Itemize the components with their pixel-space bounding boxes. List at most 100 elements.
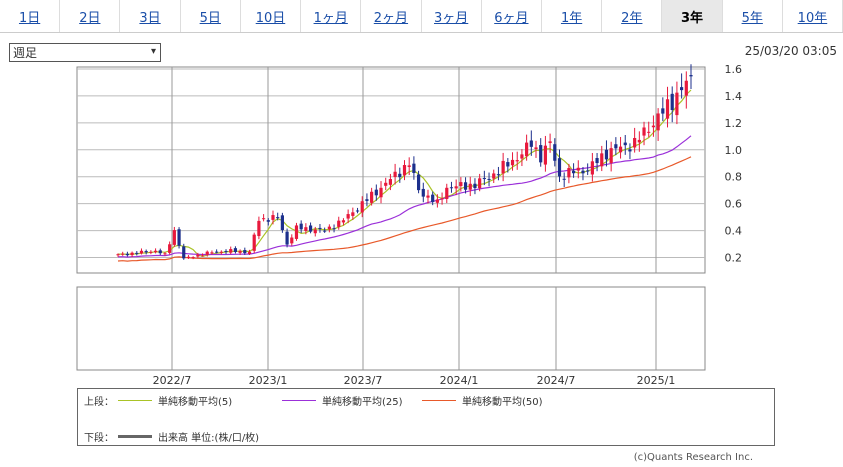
candle-body <box>393 171 397 178</box>
candle-body <box>294 225 299 239</box>
candle-body <box>637 139 641 143</box>
candle-body <box>661 108 665 114</box>
legend-row-lower: 下段： 出来高 単位:(株/口/枚) <box>84 429 259 444</box>
candle-body <box>651 125 656 128</box>
candle-body <box>628 149 632 152</box>
x-tick-label: 2024/1 <box>440 374 479 387</box>
y-tick-label: 1.6 <box>725 63 743 76</box>
candle-body <box>290 237 294 244</box>
candle-body <box>135 252 139 254</box>
candle-body <box>435 199 439 203</box>
candle-body <box>210 252 214 254</box>
candle-body <box>360 201 364 213</box>
x-axis-ticks: 2022/7 2023/1 2023/7 2024/1 2024/7 2025/1 <box>153 374 676 387</box>
legend-upper-label: 上段： <box>84 397 114 408</box>
candle-body <box>567 168 571 178</box>
candle-body <box>196 254 200 257</box>
candle-body <box>233 248 238 252</box>
candle-body <box>548 141 552 144</box>
candle-body <box>520 154 524 159</box>
x-tick-label: 2023/7 <box>344 374 383 387</box>
candle-body <box>675 92 679 116</box>
candle-body <box>374 189 378 196</box>
candle-body <box>478 178 482 189</box>
candle-body <box>205 251 209 255</box>
ma50-swatch <box>422 400 456 401</box>
candle-body <box>144 251 148 253</box>
legend-row-ma25: 単純移動平均(25) <box>278 393 403 408</box>
candle-body <box>473 183 477 189</box>
y-tick-label: 0.2 <box>725 252 743 265</box>
candle-body <box>379 187 383 198</box>
candle-body <box>139 250 144 254</box>
candle-body <box>501 160 505 174</box>
candle-body <box>215 251 219 253</box>
legend-ma50: 単純移動平均(50) <box>462 397 543 408</box>
candle-body <box>313 229 317 234</box>
candle-body <box>130 252 134 256</box>
candle-body <box>304 227 308 231</box>
candle-body <box>243 250 247 254</box>
candle-body <box>271 215 275 220</box>
x-tick-label: 2023/1 <box>249 374 288 387</box>
candle-body <box>247 251 252 254</box>
candle-body <box>308 225 313 232</box>
x-tick-label: 2024/7 <box>537 374 576 387</box>
candle-body <box>257 220 261 237</box>
candle-body <box>665 99 670 119</box>
candle-body <box>557 158 562 177</box>
volume-panel <box>76 286 706 371</box>
candle-body <box>224 250 228 252</box>
candle-body <box>219 251 223 253</box>
candle-body <box>266 220 270 222</box>
legend-ma5: 単純移動平均(5) <box>158 397 233 408</box>
candle-body <box>261 218 266 220</box>
legend-row-ma50: 単純移動平均(50) <box>418 393 543 408</box>
candle-body <box>337 220 341 227</box>
candle-body <box>614 144 618 149</box>
candle-body <box>280 215 284 231</box>
candle-body <box>200 255 205 257</box>
candle-body <box>252 234 256 251</box>
candle-body <box>327 226 331 230</box>
candle-body <box>642 127 646 136</box>
candle-body <box>402 165 407 176</box>
candle-body <box>323 230 327 232</box>
candle-body <box>431 194 435 203</box>
y-tick-label: 0.4 <box>725 225 743 238</box>
legend: 上段： 単純移動平均(5) 単純移動平均(25) 単純移動平均(50) 下段： … <box>77 388 775 446</box>
candle-body <box>618 146 623 153</box>
candle-body <box>355 210 360 212</box>
candle-body <box>440 198 444 200</box>
candle-body <box>186 256 191 258</box>
candle-body <box>463 182 468 190</box>
candle-body <box>576 167 580 171</box>
candle-body <box>412 163 416 173</box>
candle-body <box>121 253 125 255</box>
candle-body <box>285 231 289 245</box>
candle-body <box>604 149 609 160</box>
candle-body <box>539 145 543 163</box>
y-axis-ticks: 1.6 1.4 1.2 1.0 0.8 0.6 0.4 0.2 <box>725 63 743 265</box>
candle-body <box>543 145 548 165</box>
candle-body <box>647 131 651 133</box>
legend-row-upper: 上段： 単純移動平均(5) <box>84 393 232 408</box>
candle-body <box>590 161 594 175</box>
candle-body <box>365 199 369 201</box>
candle-body <box>182 246 186 259</box>
candle-body <box>581 170 585 174</box>
candle-body <box>351 212 355 216</box>
y-tick-label: 0.6 <box>725 198 743 211</box>
candle-body <box>525 142 529 157</box>
candle-body <box>449 187 454 189</box>
candle-body <box>398 173 402 178</box>
candle-body <box>177 229 181 246</box>
candle-body <box>388 179 393 185</box>
candle-body <box>496 174 501 176</box>
legend-volume: 出来高 単位:(株/口/枚) <box>158 433 260 444</box>
candle-body <box>168 244 172 253</box>
candle-body <box>510 159 515 166</box>
candle-body <box>191 257 195 259</box>
candle-body <box>684 80 688 96</box>
candle-body <box>656 113 660 131</box>
